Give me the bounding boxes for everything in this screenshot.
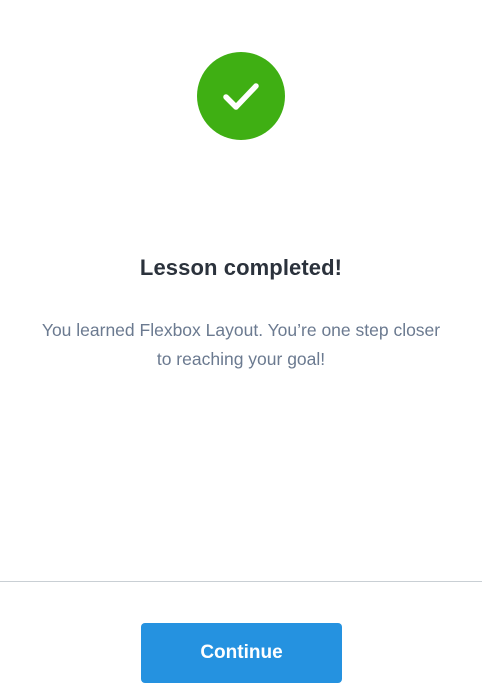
lesson-complete-screen: Lesson completed! You learned Flexbox La… — [0, 0, 482, 696]
continue-button[interactable]: Continue — [141, 623, 342, 683]
completion-message: You learned Flexbox Layout. You’re one s… — [41, 320, 441, 369]
checkmark-icon — [223, 83, 259, 110]
footer-divider — [0, 581, 482, 582]
check-circle-icon — [197, 52, 285, 140]
lesson-completed-title: Lesson completed! — [139, 255, 343, 280]
